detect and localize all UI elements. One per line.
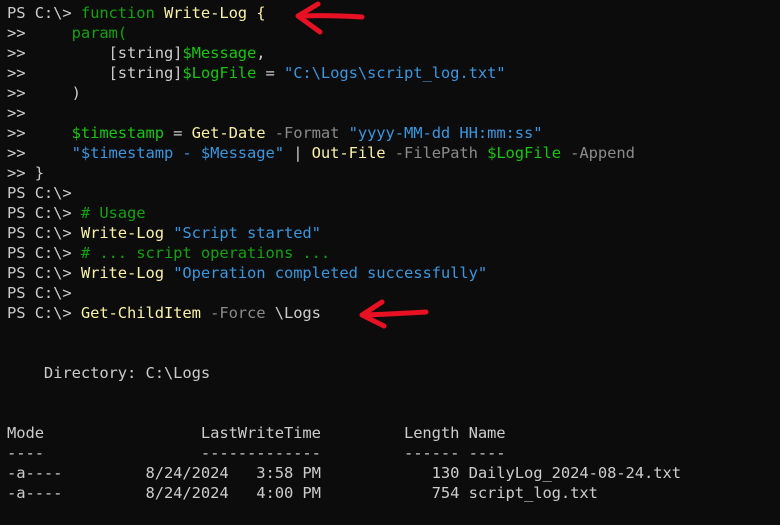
terminal-text-default: >> [7, 124, 72, 142]
terminal-line: PS C:\> [7, 283, 72, 303]
terminal-line: PS C:\> function Write-Log { [7, 3, 266, 23]
terminal-line: >> [string]$LogFile = "C:\Logs\script_lo… [7, 63, 506, 83]
terminal-text-default: -a---- 8/24/2024 4:00 PM 754 script_log.… [7, 484, 598, 502]
terminal-text-default: PS C:\> [7, 264, 81, 282]
terminal-line: -a---- 8/24/2024 4:00 PM 754 script_log.… [7, 483, 598, 503]
terminal-text-parameter: -Format [265, 124, 349, 142]
terminal-text-default: -a---- 8/24/2024 3:58 PM 130 DailyLog_20… [7, 464, 681, 482]
terminal-text-command: Out-File [311, 144, 386, 162]
terminal-text-default [164, 224, 173, 242]
terminal-text-variable: $LogFile [487, 144, 561, 162]
terminal-text-string: "C:\Logs\script_log.txt" [283, 64, 506, 82]
terminal-line: PS C:\> Get-ChildItem -Force \Logs [7, 303, 321, 323]
terminal-line: Directory: C:\Logs [7, 363, 210, 383]
terminal-text-default: >> [7, 144, 72, 162]
terminal-line: >> [7, 103, 26, 123]
terminal-line: PS C:\> [7, 183, 72, 203]
terminal-text-variable: $LogFile [182, 64, 257, 82]
terminal-text-string: "yyyy-MM-dd HH:mm:ss" [348, 124, 543, 142]
terminal-line: >> ) [7, 83, 81, 103]
terminal-text-default: >> [string] [7, 64, 183, 82]
terminal-line: PS C:\> Write-Log "Operation completed s… [7, 263, 487, 283]
terminal-text-command: Get-ChildItem [80, 304, 201, 322]
terminal-text-default: Directory: C:\Logs [7, 364, 211, 382]
terminal-text-parameter: -Force [200, 304, 275, 322]
terminal-text-default: PS C:\> [7, 224, 81, 242]
terminal-text-default: >> [7, 104, 26, 122]
terminal-text-command: Write-Log [80, 224, 164, 242]
terminal-text-default: = [256, 64, 284, 82]
terminal-text-default: >> [7, 24, 72, 42]
terminal-text-command: Write-Log { [163, 4, 266, 22]
terminal-line: >> $timestamp = Get-Date -Format "yyyy-M… [7, 123, 543, 143]
terminal-text-default: >> ) [7, 84, 81, 102]
terminal-text-string: "Operation completed successfully" [173, 264, 488, 282]
terminal-line: >> [string]$Message, [7, 43, 266, 63]
terminal-line: PS C:\> Write-Log "Script started" [7, 223, 321, 243]
terminal-text-default: ---- ------------- ------ ---- [7, 444, 506, 462]
terminal-text-comment: # Usage [80, 204, 146, 222]
terminal-text-default [164, 264, 173, 282]
terminal-text-default: = [163, 124, 192, 142]
terminal-text-default: PS C:\> [7, 284, 72, 302]
terminal-text-default: PS C:\> [7, 244, 81, 262]
terminal-text-default: | [283, 144, 312, 162]
terminal-text-command: Write-Log [80, 264, 164, 282]
terminal-line: >> } [7, 163, 44, 183]
annotation-arrow-function [295, 1, 365, 35]
terminal-text-default: \Logs [274, 304, 321, 322]
terminal-line: PS C:\> # Usage [7, 203, 146, 223]
terminal-text-variable: $timestamp [71, 124, 164, 142]
powershell-terminal[interactable]: PS C:\> function Write-Log {>> param(>> … [0, 0, 780, 525]
terminal-text-keyword: function [80, 4, 164, 22]
terminal-text-default: PS C:\> [7, 184, 72, 202]
terminal-line: >> "$timestamp - $Message" | Out-File -F… [7, 143, 635, 163]
terminal-text-string: "$timestamp - $Message" [71, 144, 284, 162]
terminal-text-keyword: param( [71, 24, 128, 42]
terminal-text-default: >> [string] [7, 44, 183, 62]
terminal-text-parameter: -FilePath [385, 144, 488, 162]
terminal-line: ---- ------------- ------ ---- [7, 443, 506, 463]
terminal-line: PS C:\> # ... script operations ... [7, 243, 330, 263]
terminal-text-default: Mode LastWriteTime Length Name [7, 424, 506, 442]
annotation-arrow-get-childitem [359, 299, 429, 329]
terminal-text-parameter: -Append [560, 144, 635, 162]
terminal-line: Mode LastWriteTime Length Name [7, 423, 506, 443]
terminal-text-string: "Script started" [173, 224, 321, 242]
terminal-text-default: PS C:\> [7, 304, 81, 322]
terminal-text-comment: # ... script operations ... [80, 244, 331, 262]
terminal-text-command: Get-Date [191, 124, 266, 142]
terminal-text-default: , [256, 44, 266, 62]
terminal-line: >> param( [7, 23, 127, 43]
terminal-line: -a---- 8/24/2024 3:58 PM 130 DailyLog_20… [7, 463, 681, 483]
terminal-text-default: PS C:\> [7, 4, 81, 22]
terminal-text-variable: $Message [182, 44, 257, 62]
terminal-text-default: >> } [7, 164, 44, 182]
terminal-text-default: PS C:\> [7, 204, 81, 222]
